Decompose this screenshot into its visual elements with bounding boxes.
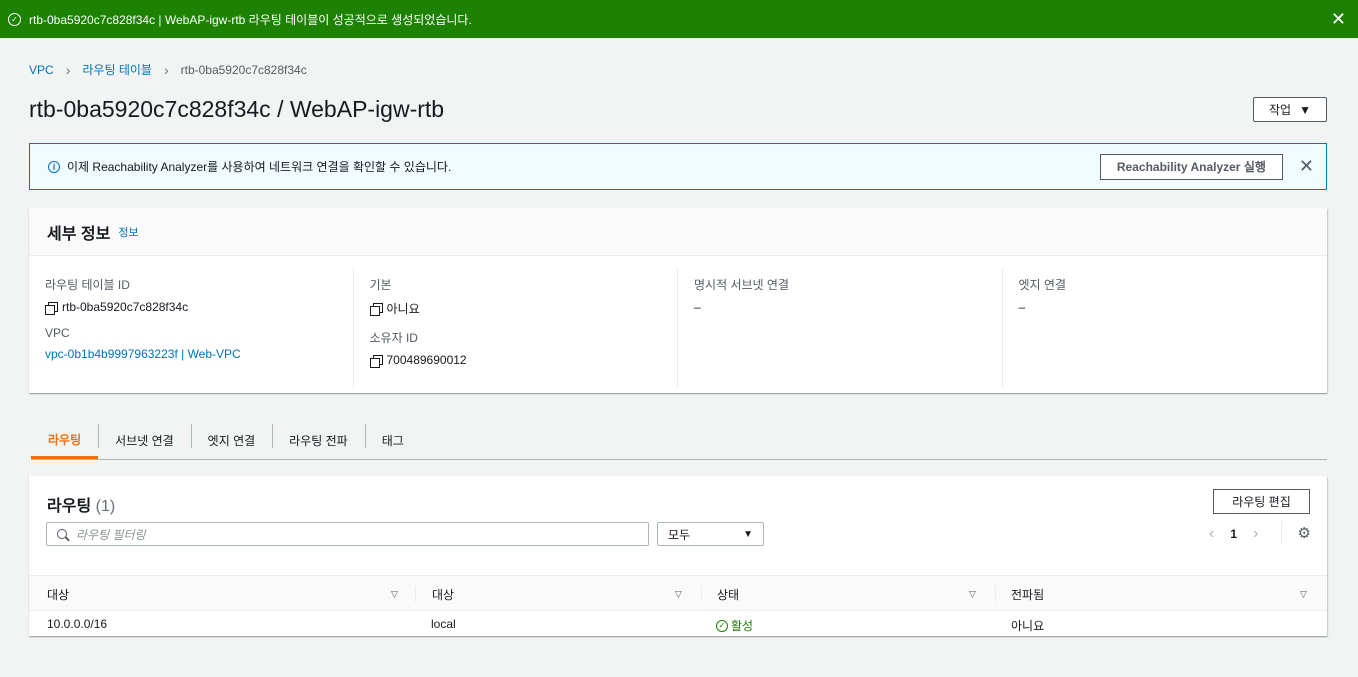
column-header-label: 대상 [47,587,70,602]
details-title: 세부 정보 [47,225,111,243]
chevron-left-icon[interactable]: ‹ [1209,525,1214,543]
route-table-id-value: rtb-0ba5920c7c828f34c [45,300,353,315]
route-filter-placeholder: 라우팅 필터링 [76,527,146,542]
close-icon[interactable]: ✕ [1331,10,1346,28]
caret-down-icon: ▼ [743,528,753,540]
cell-destination: 10.0.0.0/16 [47,617,108,631]
tab-bar: 라우팅 서브넷 연결 엣지 연결 라우팅 전파 태그 [31,422,1327,460]
table-row[interactable]: 10.0.0.0/16 local ✓ 활성 아니요 [29,612,1327,636]
run-reachability-analyzer-button[interactable]: Reachability Analyzer 실행 [1099,153,1283,180]
column-header-label: 대상 [432,587,455,602]
route-table-id-text: rtb-0ba5920c7c828f34c [62,300,189,314]
breadcrumb-current: rtb-0ba5920c7c828f34c [180,62,307,77]
routes-title-text: 라우팅 [47,498,92,515]
explicit-subnet-value: – [694,300,701,314]
column-header-label: 상태 [717,587,740,602]
caret-down-icon: ▼ [1299,102,1311,117]
sort-icon[interactable]: ▽ [1300,589,1307,600]
route-table-id-label: 라우팅 테이블 ID [45,278,130,292]
gear-icon[interactable]: ⚙ [1281,521,1311,545]
details-header: 세부 정보 정보 [29,208,1327,256]
routes-title: 라우팅 (1) [47,492,115,516]
routes-count: (1) [95,498,116,515]
page-title: rtb-0ba5920c7c828f34c / WebAP-igw-rtb [29,96,445,122]
search-icon [57,529,67,539]
status-text: 활성 [731,619,754,633]
cell-propagated: 아니요 [1011,619,1045,633]
sort-icon[interactable]: ▽ [391,589,398,600]
sort-icon[interactable]: ▽ [675,589,682,600]
details-column: 명시적 서브넷 연결 – [678,268,1003,388]
edge-association-label: 엣지 연결 [1018,278,1067,292]
copy-icon[interactable] [369,303,383,316]
main-label: 기본 [369,278,392,292]
tab-tags[interactable]: 태그 [364,422,421,459]
info-icon: i [48,160,60,173]
actions-label: 작업 [1269,103,1292,117]
column-divider[interactable] [701,586,702,602]
main-value: 아니요 [369,300,678,317]
check-circle-icon: ✓ [716,619,728,632]
explicit-subnet-label: 명시적 서브넷 연결 [694,278,789,292]
edit-routes-button[interactable]: 라우팅 편집 [1213,489,1310,514]
chevron-right-icon[interactable]: › [1253,525,1258,543]
route-filter-select[interactable]: 모두 ▼ [657,522,764,546]
column-header-propagated[interactable]: 전파됨 ▽ [1011,576,1311,612]
details-column: 엣지 연결 – [1003,268,1328,388]
details-column: 라우팅 테이블 ID rtb-0ba5920c7c828f34c VPC vpc… [29,268,354,388]
cell-status: ✓ 활성 [716,617,753,634]
info-link[interactable]: 정보 [118,224,138,240]
column-divider[interactable] [415,586,416,602]
tab-edge-associations[interactable]: 엣지 연결 [190,422,273,459]
details-panel: 세부 정보 정보 라우팅 테이블 ID rtb-0ba5920c7c828f34… [29,208,1327,393]
routes-panel: 라우팅 (1) 라우팅 편집 라우팅 필터링 모두 ▼ ‹ 1 › ⚙ 대상 ▽… [29,476,1327,636]
sort-icon[interactable]: ▽ [969,589,976,600]
page-number[interactable]: 1 [1230,527,1237,541]
column-divider[interactable] [995,586,996,602]
info-banner-text: 이제 Reachability Analyzer를 사용하여 네트워크 연결을 … [67,160,452,174]
vpc-label: VPC [45,326,70,340]
close-icon[interactable]: ✕ [1299,156,1314,177]
main-text: 아니요 [386,302,420,316]
actions-button[interactable]: 작업 ▼ [1253,97,1327,122]
route-filter-input[interactable]: 라우팅 필터링 [46,522,649,546]
column-header-target[interactable]: 대상 ▽ [432,576,712,612]
breadcrumb-route-tables[interactable]: 라우팅 테이블 [82,61,152,78]
owner-value: 700489690012 [369,353,678,368]
tab-route-propagation[interactable]: 라우팅 전파 [272,422,365,459]
pagination: ‹ 1 › [1209,525,1258,543]
route-filter-select-value: 모두 [668,527,691,542]
breadcrumb-vpc[interactable]: VPC [29,63,54,77]
column-header-label: 전파됨 [1011,587,1045,602]
chevron-right-icon: › [163,61,169,78]
tab-routes[interactable]: 라우팅 [31,422,99,459]
details-column: 기본 아니요 소유자 ID 700489690012 [354,268,678,388]
tab-subnet-associations[interactable]: 서브넷 연결 [98,422,191,459]
cell-target[interactable]: local [431,617,456,631]
copy-icon[interactable] [45,301,58,315]
info-banner: i 이제 Reachability Analyzer를 사용하여 네트워크 연결… [29,143,1327,190]
owner-text: 700489690012 [386,353,467,367]
edge-association-value: – [1018,300,1026,314]
column-header-status[interactable]: 상태 ▽ [717,576,997,612]
success-flash-banner: ✓ rtb-0ba5920c7c828f34c | WebAP-igw-rtb … [0,0,1358,38]
owner-label: 소유자 ID [369,331,418,345]
check-circle-icon: ✓ [8,12,21,26]
chevron-right-icon: › [65,61,71,78]
vpc-link[interactable]: vpc-0b1b4b9997963223f | Web-VPC [45,347,353,361]
flash-message: rtb-0ba5920c7c828f34c | WebAP-igw-rtb 라우… [29,12,472,27]
breadcrumb: VPC › 라우팅 테이블 › rtb-0ba5920c7c828f34c [29,61,307,78]
copy-icon[interactable] [369,354,383,368]
table-header: 대상 ▽ 대상 ▽ 상태 ▽ 전파됨 ▽ [29,575,1327,611]
column-header-destination[interactable]: 대상 ▽ [47,576,415,612]
